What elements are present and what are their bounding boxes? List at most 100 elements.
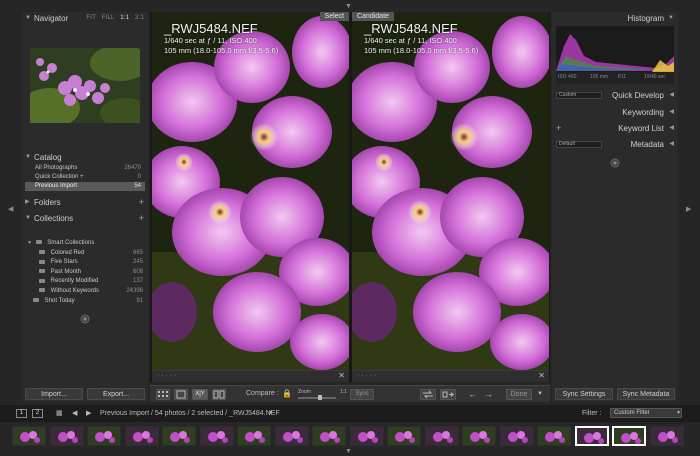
filmstrip-thumbnail[interactable] — [199, 426, 234, 446]
filmstrip-thumbnail[interactable] — [349, 426, 384, 446]
grid-icon[interactable]: ▦ — [56, 409, 63, 418]
previous-arrow-icon[interactable]: ← — [468, 389, 477, 399]
collapse-triangle-icon: ▼ — [25, 215, 31, 221]
done-button[interactable]: Done — [506, 389, 532, 400]
collection-item-count: 665 — [132, 249, 143, 256]
compare-view-button[interactable]: X|Y — [192, 389, 208, 400]
add-folder-icon[interactable]: + — [139, 196, 144, 209]
metadata-preset-select[interactable]: Default — [556, 141, 602, 148]
collection-item-label: Five Stars — [50, 259, 78, 266]
export-button[interactable]: Export... — [87, 388, 145, 400]
sync-metadata-button[interactable]: Sync Metadata — [617, 388, 675, 400]
survey-icon — [213, 390, 225, 399]
histogram-header[interactable]: Histogram ▼ — [552, 12, 678, 25]
filter-dropdown-icon[interactable]: ▼ — [676, 409, 681, 418]
histogram-focal: 105 mm — [590, 74, 609, 80]
filmstrip-thumbnail[interactable] — [49, 426, 84, 446]
smart-collections-set[interactable]: ▼ Smart Collections — [25, 239, 145, 249]
right-panel-toggle-icon[interactable]: ▶ — [686, 206, 691, 213]
zoom-slider[interactable] — [298, 395, 336, 400]
left-panel-toggle-icon[interactable]: ◀ — [8, 206, 13, 213]
close-icon[interactable]: ✕ — [338, 371, 345, 380]
forward-arrow-icon[interactable]: ▶ — [86, 409, 91, 418]
collections-title: Collections — [34, 214, 74, 223]
filmstrip-thumbnail[interactable] — [12, 426, 46, 446]
collection-item[interactable]: Colored Red 665 — [25, 249, 145, 259]
collections-header[interactable]: ▼ Collections + — [22, 212, 148, 225]
zoom-3to1-option[interactable]: 3:1 — [135, 15, 144, 21]
candidate-rating-bar[interactable]: · · · · · ✕ — [352, 370, 549, 382]
zoom-slider-thumb[interactable] — [318, 395, 322, 400]
second-window-button[interactable]: 2 — [32, 409, 43, 418]
catalog-item-quick-collection[interactable]: Quick Collection + 0 — [25, 173, 145, 182]
main-window-button[interactable]: 1 — [16, 409, 27, 418]
collection-item-label: Recently Modified — [50, 278, 99, 285]
add-keyword-icon[interactable]: + — [556, 122, 561, 135]
saved-preset-select[interactable]: Custom — [556, 92, 602, 99]
filmstrip-thumbnail[interactable] — [162, 426, 196, 446]
swap-button[interactable] — [420, 389, 436, 400]
histogram-chart[interactable]: ISO 400 105 mm f/11 1/640 sec — [556, 26, 674, 84]
filmstrip-thumbnail[interactable] — [312, 426, 346, 446]
survey-view-button[interactable] — [212, 389, 226, 400]
collection-item-shot-today[interactable]: Shot Today 91 — [25, 297, 145, 307]
filter-select[interactable]: Custom Filter — [610, 408, 682, 418]
close-icon[interactable]: ✕ — [538, 371, 545, 380]
filmstrip-thumbnail[interactable] — [424, 426, 459, 446]
lock-icon[interactable]: 🔒 — [282, 389, 292, 399]
filmstrip-thumbnail[interactable] — [462, 426, 496, 446]
top-panel-toggle-icon[interactable]: ▼ — [345, 3, 352, 10]
filmstrip-thumbnail[interactable] — [237, 426, 271, 446]
keyword-list-header[interactable]: + Keyword List ◀ — [552, 122, 678, 135]
select-photo[interactable]: _RWJ5484.NEF 1/640 sec at ƒ / 11, ISO 40… — [152, 12, 349, 370]
collection-item[interactable]: Without Keywords 24396 — [25, 287, 145, 297]
navigator-preview-image — [30, 48, 140, 123]
collection-item[interactable]: Recently Modified 137 — [25, 277, 145, 287]
compare-view: _RWJ5484.NEF 1/640 sec at ƒ / 11, ISO 40… — [150, 12, 550, 382]
select-rating-bar[interactable]: · · · · · ✕ — [152, 370, 349, 382]
catalog-item-all-photographs[interactable]: All Photographs 26470 — [25, 164, 145, 173]
zoom-1to1-option[interactable]: 1:1 — [120, 15, 129, 21]
collection-item[interactable]: Past Month 608 — [25, 268, 145, 278]
next-arrow-icon[interactable]: → — [484, 389, 493, 399]
zoom-fill-option[interactable]: FILL — [102, 15, 115, 21]
back-arrow-icon[interactable]: ◀ — [72, 409, 77, 418]
thumbnail-image — [13, 427, 45, 445]
toolbar-options-icon[interactable]: ▼ — [537, 389, 543, 399]
metadata-header[interactable]: Default Metadata ◀ — [552, 138, 678, 151]
filmstrip-thumbnail[interactable] — [124, 426, 159, 446]
sync-button[interactable]: Sync — [350, 389, 374, 400]
sync-settings-button[interactable]: Sync Settings — [555, 388, 613, 400]
source-dropdown-icon[interactable]: ▼ — [268, 409, 273, 418]
filmstrip-thumbnail[interactable] — [87, 426, 121, 446]
folders-header[interactable]: ▶ Folders + — [22, 196, 148, 209]
thumbnail-image — [350, 427, 383, 445]
zoom-fit-option[interactable]: FIT — [86, 15, 96, 21]
expand-triangle-icon: ▶ — [25, 199, 30, 205]
keywording-header[interactable]: Keywording ◀ — [552, 106, 678, 119]
catalog-header[interactable]: ▼ Catalog — [22, 151, 148, 164]
collection-item[interactable]: Five Stars 245 — [25, 258, 145, 268]
candidate-photo[interactable]: _RWJ5484.NEF 1/640 sec at ƒ / 11, ISO 40… — [352, 12, 549, 370]
quick-develop-header[interactable]: Custom Quick Develop ◀ — [552, 89, 678, 102]
bottom-panel-toggle-icon[interactable]: ▼ — [345, 448, 352, 455]
filmstrip-thumbnail[interactable] — [274, 426, 309, 446]
make-select-button[interactable] — [440, 389, 456, 400]
filmstrip-source-path[interactable]: Previous Import / 54 photos / 2 selected… — [100, 409, 280, 418]
grid-view-button[interactable] — [156, 389, 170, 400]
navigator-preview[interactable] — [30, 48, 140, 123]
filmstrip-thumbnail[interactable] — [612, 426, 646, 446]
filmstrip-thumbnail[interactable] — [574, 426, 609, 446]
filmstrip-thumbnail[interactable] — [499, 426, 534, 446]
filmstrip-thumbnail[interactable] — [537, 426, 571, 446]
navigator-header[interactable]: ▼ Navigator FIT FILL 1:1 3:1 — [22, 12, 148, 25]
smart-collection-icon — [39, 250, 45, 255]
add-collection-icon[interactable]: + — [139, 212, 144, 225]
lightroom-window: ▼ ◀ ▶ ▼ ▼ Navigator FIT FILL 1:1 3:1 ▼ C… — [0, 0, 700, 456]
catalog-item-previous-import[interactable]: Previous Import 54 — [25, 182, 145, 191]
import-button[interactable]: Import... — [25, 388, 83, 400]
loupe-view-button[interactable] — [174, 389, 188, 400]
filmstrip-thumbnail[interactable] — [387, 426, 421, 446]
filmstrip-thumbnail[interactable] — [649, 426, 684, 446]
collection-item-label: Without Keywords — [50, 287, 100, 294]
